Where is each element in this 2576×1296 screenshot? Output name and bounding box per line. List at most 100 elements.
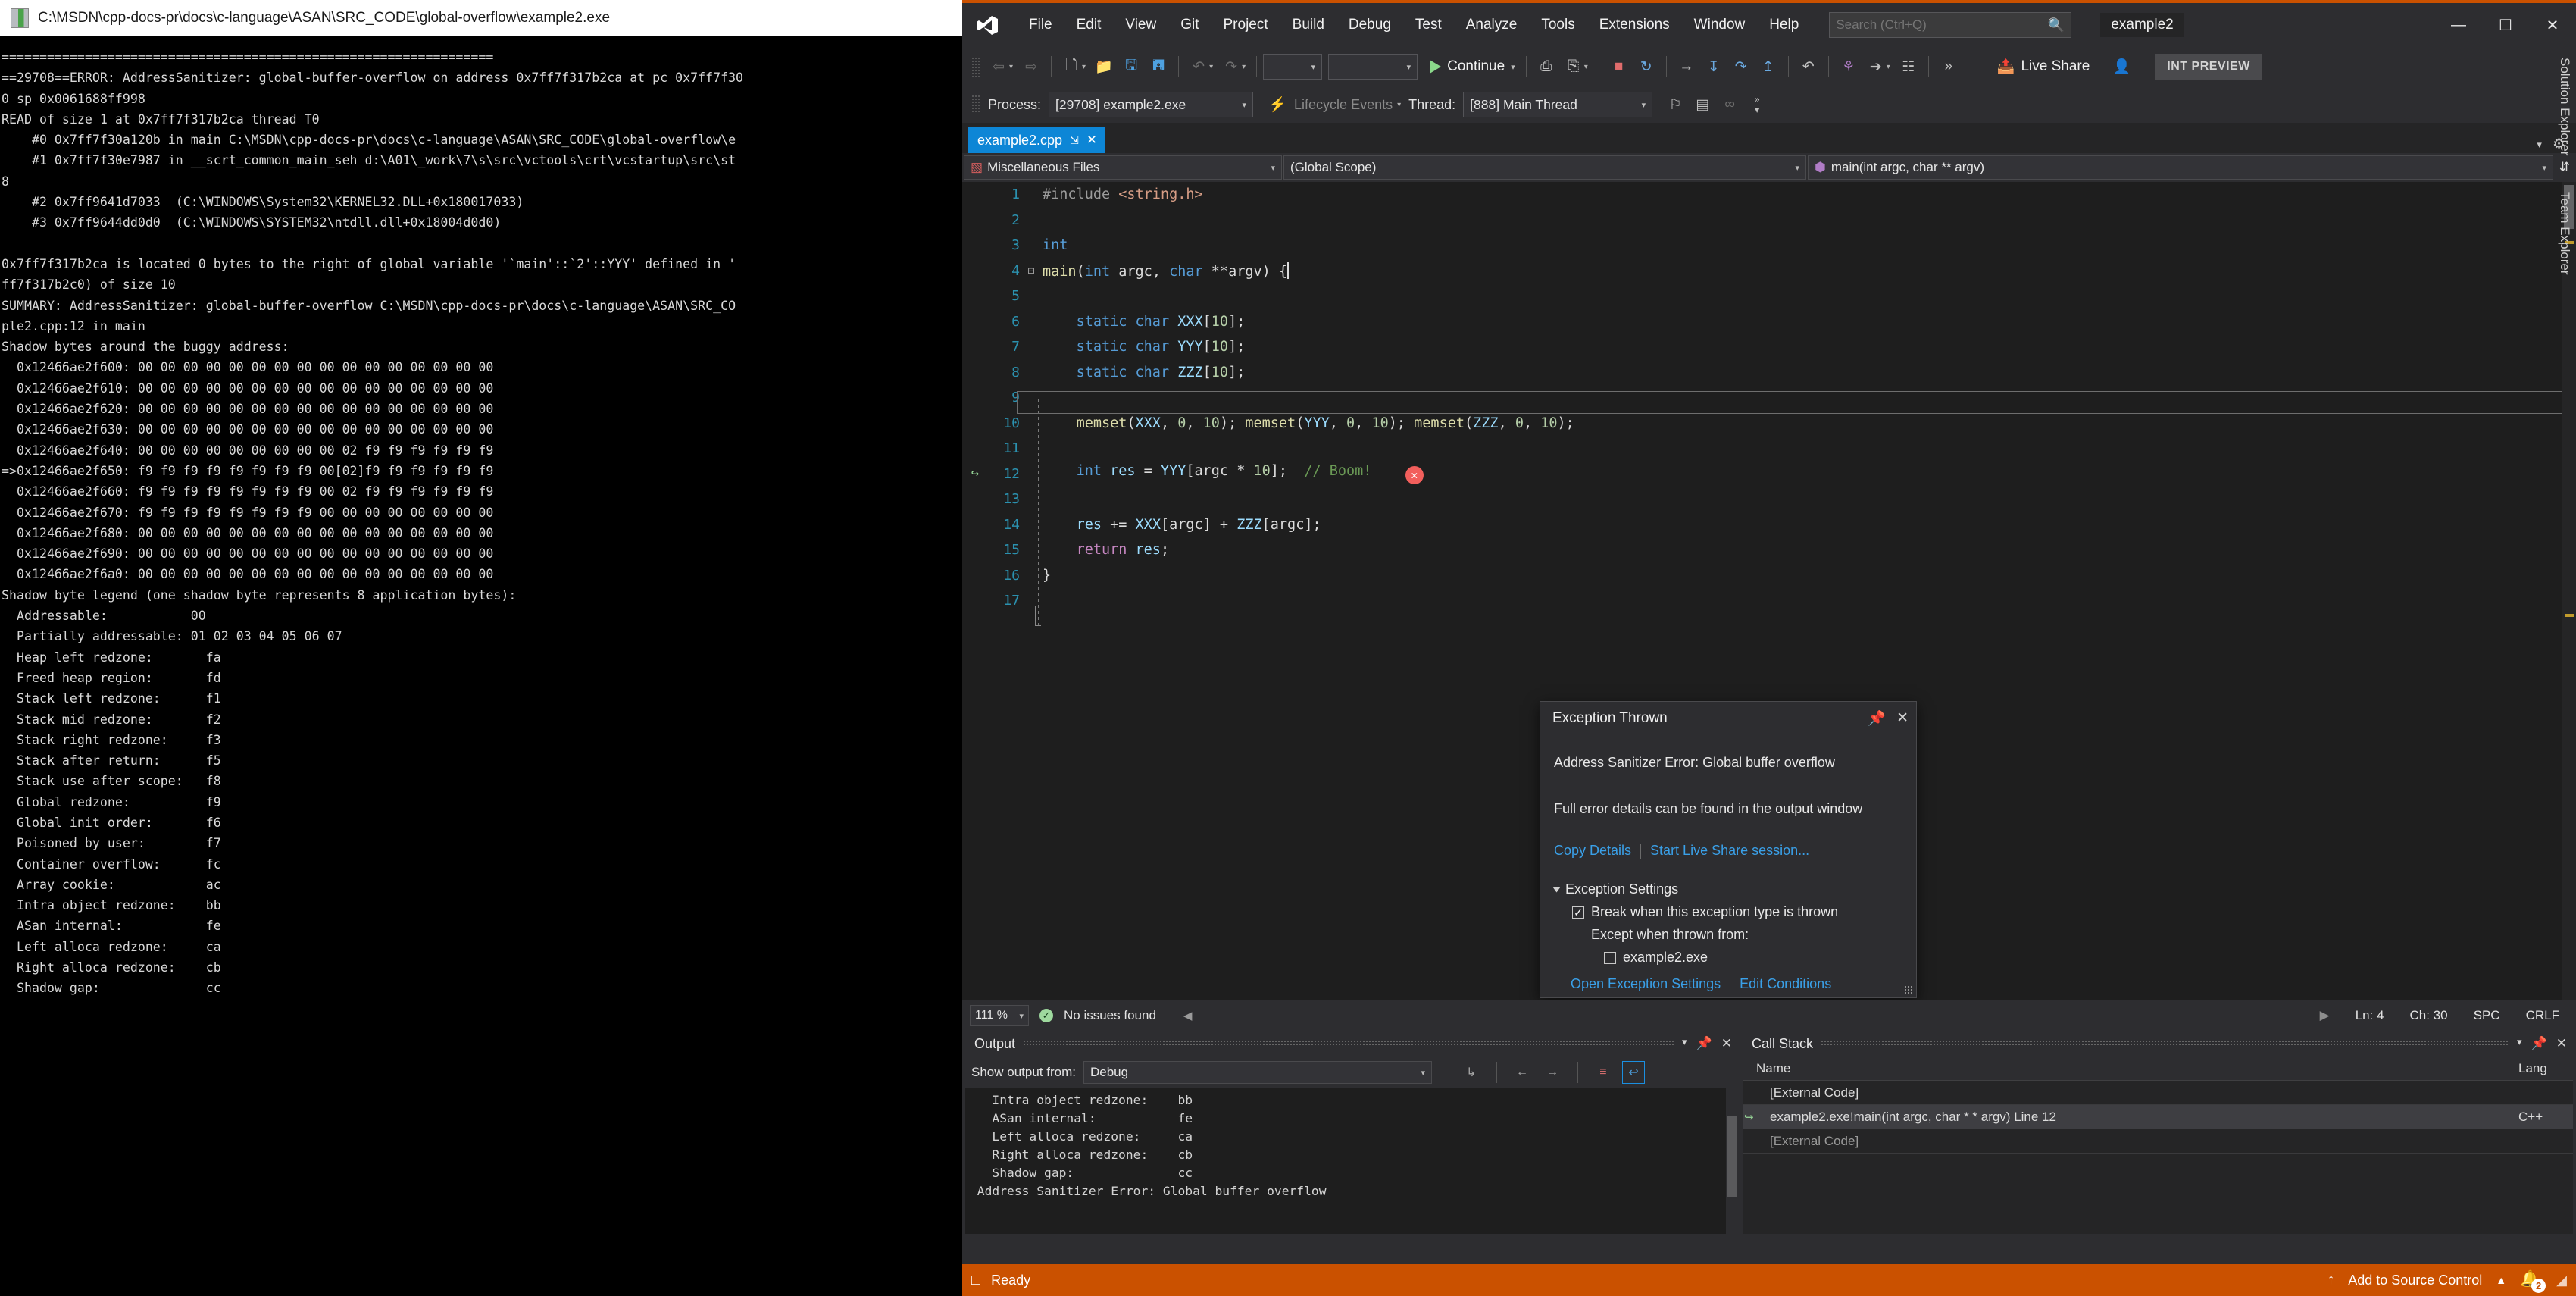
resize-grip[interactable]: ◢ [2556, 1273, 2567, 1288]
code-line[interactable]: 4 ⊟ main(int argc, char **argv) { [962, 258, 2576, 284]
menu-item-test[interactable]: Test [1403, 12, 1454, 38]
edit-conditions-link[interactable]: Edit Conditions [1740, 976, 1831, 992]
chevron-down-icon[interactable]: ▾ [1682, 1036, 1687, 1051]
chevron-down-icon[interactable]: ▾ [1887, 63, 1890, 71]
prev-issue-icon[interactable]: ◀ [1183, 1009, 1193, 1022]
member-dropdown[interactable]: ⬢ main(int argc, char ** argv) ▾ [1808, 155, 2553, 180]
code-line[interactable]: 6 static char XXX[10]; [962, 309, 2576, 335]
code-line[interactable]: 16} [962, 563, 2576, 589]
break-checkbox[interactable]: ✓ [1572, 906, 1584, 919]
chevron-down-icon[interactable]: ▾ [1082, 63, 1086, 71]
chevron-down-icon[interactable]: ▾ [1397, 101, 1401, 109]
break-when-thrown-row[interactable]: ✓ Break when this exception type is thro… [1572, 904, 1902, 920]
lifecycle-events-icon[interactable]: ⚡ [1264, 91, 1291, 118]
clear-all-icon[interactable]: ≡ [1592, 1061, 1615, 1084]
code-editor[interactable]: 1 #include <string.h> 2 3 int 4 ⊟ main(int argc… [962, 182, 2576, 1000]
code-line[interactable]: 5 [962, 283, 2576, 309]
diagnostics-icon[interactable]: ⚘ [1835, 53, 1862, 80]
account-icon[interactable]: 👤 [2108, 53, 2135, 80]
new-project-icon[interactable]: 🗋 [1058, 53, 1085, 80]
output-scrollbar[interactable] [1726, 1088, 1738, 1234]
menu-item-view[interactable]: View [1113, 12, 1168, 38]
close-icon[interactable]: ✕ [1896, 709, 1909, 728]
undo-icon[interactable]: ↶ [1185, 53, 1212, 80]
column-name[interactable]: Name [1743, 1061, 2518, 1076]
code-line[interactable]: 2 [962, 208, 2576, 233]
chevron-up-icon[interactable]: ▲ [2496, 1274, 2506, 1286]
code-line[interactable]: 7 static char YYY[10]; [962, 334, 2576, 360]
scope-dropdown[interactable]: (Global Scope) ▾ [1283, 155, 1806, 180]
fold-toggle-icon[interactable]: ⊟ [1020, 264, 1043, 277]
menu-item-analyze[interactable]: Analyze [1454, 12, 1530, 38]
undo-nav-icon[interactable]: ↶ [1795, 53, 1822, 80]
close-icon[interactable]: ✕ [1721, 1036, 1732, 1051]
open-file-icon[interactable]: 📁 [1090, 53, 1118, 80]
copy-details-link[interactable]: Copy Details [1554, 843, 1631, 859]
menu-item-build[interactable]: Build [1280, 12, 1336, 38]
close-button[interactable]: ✕ [2529, 8, 2576, 42]
navigate-back-button[interactable]: ⇦ [985, 53, 1012, 80]
next-issue-icon[interactable]: ▶ [2320, 1008, 2330, 1023]
code-line[interactable]: 14 res += XXX[argc] + ZZZ[argc]; [962, 512, 2576, 538]
open-exception-settings-link[interactable]: Open Exception Settings [1571, 976, 1721, 992]
code-line[interactable]: 15 return res; [962, 537, 2576, 563]
chevron-down-icon[interactable]: ▾ [2517, 1036, 2522, 1051]
vtab-solution-explorer[interactable]: Solution Explorer [2554, 50, 2575, 163]
code-line[interactable]: 11 [962, 436, 2576, 462]
overflow-icon[interactable]: » ▾ [1743, 91, 1771, 118]
output-scroll-thumb[interactable] [1727, 1116, 1737, 1197]
go-to-message-icon[interactable]: ↳ [1460, 1061, 1483, 1084]
code-line[interactable]: 8 static char ZZZ[10]; [962, 360, 2576, 386]
step-into-icon[interactable]: ↧ [1700, 53, 1727, 80]
chevron-down-icon[interactable]: ▾ [1209, 63, 1213, 71]
attach-icon[interactable]: ⎘ [1560, 53, 1587, 80]
code-line[interactable]: 3 int [962, 233, 2576, 258]
redo-icon[interactable]: ↷ [1218, 53, 1245, 80]
vtab-team-explorer[interactable]: Team Explorer [2554, 184, 2575, 283]
module-checkbox[interactable] [1604, 951, 1616, 964]
tab-example2-cpp[interactable]: example2.cpp ⇲ ✕ [968, 127, 1105, 153]
config-combo[interactable]: ▾ [1263, 54, 1323, 80]
step-over-icon[interactable]: ↷ [1727, 53, 1755, 80]
menu-item-tools[interactable]: Tools [1529, 12, 1587, 38]
chevron-down-icon[interactable]: ▾ [1242, 63, 1246, 71]
chevron-down-icon[interactable]: ▾ [1009, 63, 1013, 71]
select-element-icon[interactable]: ➔ [1862, 53, 1890, 80]
panel-drag-handle[interactable] [1023, 1040, 1675, 1047]
call-stack-row[interactable]: [External Code] [1743, 1081, 2573, 1105]
live-visual-tree-icon[interactable]: ☷ [1895, 53, 1922, 80]
menu-item-git[interactable]: Git [1168, 12, 1211, 38]
save-icon[interactable]: 🖫 [1118, 53, 1145, 80]
step-out-icon[interactable]: ↥ [1755, 53, 1782, 80]
hot-reload-icon[interactable]: ⎙ [1533, 53, 1560, 80]
save-all-icon[interactable]: 🖪 [1145, 53, 1172, 80]
notifications-button[interactable]: 🔔 2 [2520, 1270, 2546, 1293]
chevron-down-icon[interactable]: ▾ [1584, 63, 1588, 71]
menu-item-file[interactable]: File [1017, 12, 1064, 38]
editor-scrollbar[interactable] [2562, 182, 2576, 1000]
chevron-down-icon[interactable]: ▾ [2537, 139, 2542, 151]
menu-item-help[interactable]: Help [1757, 12, 1811, 38]
toolbar-grip[interactable] [971, 95, 980, 114]
menu-item-extensions[interactable]: Extensions [1587, 12, 1682, 38]
overflow-icon[interactable]: » [1935, 53, 1962, 80]
code-line[interactable]: ↪ 12 int res = YYY[argc * 10]; // Boom! ✕ [962, 462, 2576, 487]
code-line[interactable]: 17 [962, 588, 2576, 614]
panel-drag-handle[interactable] [1821, 1040, 2510, 1047]
exception-settings-toggle[interactable]: Exception Settings [1552, 881, 1902, 897]
show-next-statement-icon[interactable]: → [1673, 53, 1700, 80]
menu-item-project[interactable]: Project [1211, 12, 1280, 38]
thread-combo[interactable]: [888] Main Thread ▾ [1463, 92, 1653, 117]
previous-message-icon[interactable]: ← [1511, 1061, 1533, 1084]
search-box[interactable]: 🔍 [1829, 12, 2072, 38]
search-input[interactable] [1836, 17, 2048, 33]
code-line[interactable]: 10 memset(XXX, 0, 10); memset(YYY, 0, 10… [962, 411, 2576, 437]
column-lang[interactable]: Lang [2518, 1061, 2573, 1076]
start-live-share-link[interactable]: Start Live Share session... [1650, 843, 1809, 859]
call-stack-row[interactable]: [External Code] [1743, 1129, 2573, 1154]
thread-link-icon[interactable]: ∞ [1716, 91, 1743, 118]
break-all-icon[interactable]: ■ [1605, 53, 1633, 80]
pin-icon[interactable]: 📌 [1696, 1036, 1712, 1051]
close-icon[interactable]: ✕ [1086, 133, 1097, 148]
toggle-word-wrap-icon[interactable]: ↩ [1621, 1061, 1645, 1084]
